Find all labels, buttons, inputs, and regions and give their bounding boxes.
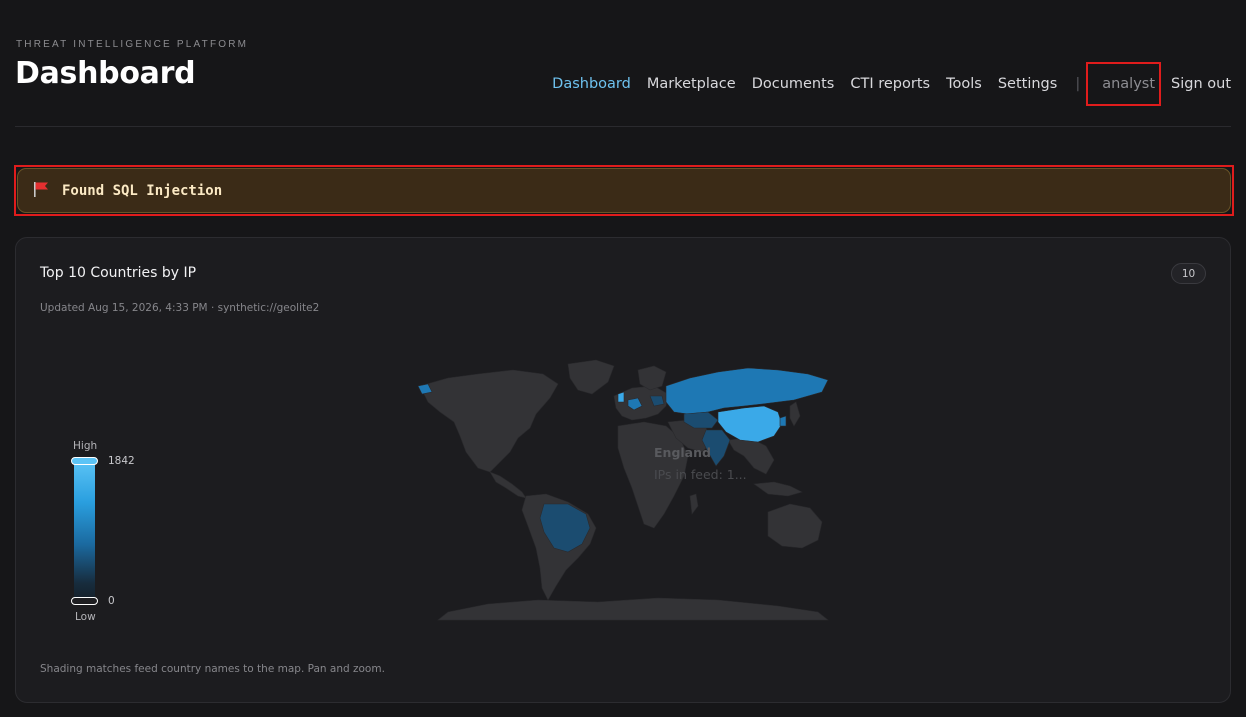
map-greenland: [567, 359, 615, 395]
world-map[interactable]: [418, 356, 830, 622]
legend-low-label: Low: [75, 611, 96, 623]
count-badge: 10: [1171, 263, 1206, 284]
top-nav: Dashboard Marketplace Documents CTI repo…: [552, 62, 1231, 106]
nav-user-analyst[interactable]: analyst: [1086, 62, 1162, 106]
map-tooltip-country: England: [654, 445, 711, 460]
nav-separator: |: [1075, 76, 1081, 92]
legend-min-handle[interactable]: [71, 597, 98, 605]
legend-max-handle[interactable]: [71, 457, 98, 465]
nav-settings[interactable]: Settings: [998, 76, 1057, 92]
top-countries-card: Top 10 Countries by IP 10 Updated Aug 15…: [15, 237, 1231, 703]
alert-text: Found SQL Injection: [62, 182, 223, 199]
card-footer-note: Shading matches feed country names to th…: [40, 663, 385, 675]
alert-banner: Found SQL Injection: [17, 168, 1231, 213]
legend-color-bar: [74, 460, 95, 600]
card-title: Top 10 Countries by IP: [40, 265, 197, 281]
map-north-america: [419, 369, 559, 473]
map-russia: [665, 367, 829, 415]
eyebrow-label: THREAT INTELLIGENCE PLATFORM: [16, 39, 249, 50]
sign-out-link[interactable]: Sign out: [1171, 76, 1231, 92]
flag-icon: [32, 181, 50, 201]
legend-max-value: 1842: [108, 455, 135, 467]
page-title: Dashboard: [15, 56, 196, 91]
nav-marketplace[interactable]: Marketplace: [647, 76, 736, 92]
legend-min-value: 0: [108, 595, 115, 607]
nav-documents[interactable]: Documents: [752, 76, 835, 92]
nav-cti-reports[interactable]: CTI reports: [850, 76, 930, 92]
nav-tools[interactable]: Tools: [946, 76, 982, 92]
map-central-america: [489, 471, 527, 499]
nav-dashboard[interactable]: Dashboard: [552, 76, 631, 92]
card-meta: Updated Aug 15, 2026, 4:33 PM · syntheti…: [40, 302, 320, 314]
header-divider: [15, 126, 1231, 127]
legend-high-label: High: [73, 440, 98, 452]
map-uk: [617, 391, 625, 403]
map-tooltip-value: IPs in feed: 1...: [654, 467, 747, 482]
